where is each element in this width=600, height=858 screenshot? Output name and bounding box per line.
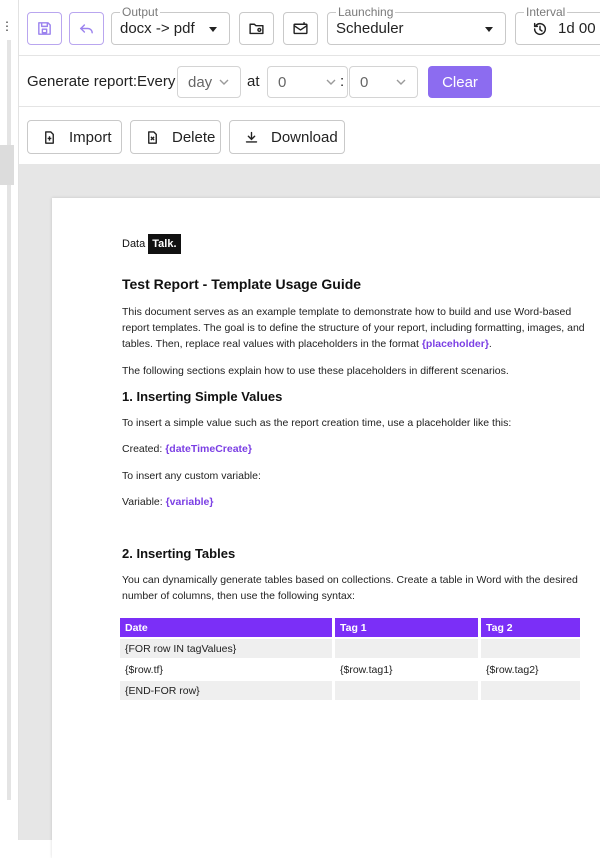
hour-value: 0 <box>278 74 287 91</box>
main-toolbar: Output docx -> pdf Launching Scheduler I… <box>19 0 600 56</box>
at-label: at <box>247 73 260 90</box>
launching-value: Scheduler <box>336 20 404 37</box>
chevron-down-icon <box>396 79 406 85</box>
table-row: {FOR row IN tagValues} <box>120 639 580 658</box>
generate-report-label: Generate report: <box>27 73 138 90</box>
left-gutter: ⋮ <box>0 0 19 840</box>
created-placeholder: {dateTimeCreate} <box>165 443 252 455</box>
table-cell: {$row.tag2} <box>486 663 539 676</box>
table-row: {$row.tf} {$row.tag1} {$row.tag2} <box>120 660 580 679</box>
every-label: Every <box>137 73 176 90</box>
time-separator: : <box>340 73 345 90</box>
section-1-heading: 1. Inserting Simple Values <box>122 389 283 404</box>
intro-paragraph: This document serves as an example templ… <box>122 304 587 352</box>
placeholder-token: {placeholder} <box>421 338 489 350</box>
table-cell <box>335 639 478 658</box>
section-2-heading: 2. Inserting Tables <box>122 546 236 561</box>
template-table: Date Tag 1 Tag 2 {FOR row IN tagValues} … <box>117 616 583 702</box>
side-panel-highlight <box>0 145 14 185</box>
created-line: Created: {dateTimeCreate} <box>122 441 587 457</box>
chevron-down-icon <box>219 79 229 85</box>
schedule-mail-button[interactable] <box>283 12 318 45</box>
save-button[interactable] <box>27 12 62 45</box>
delete-label: Delete <box>172 128 216 146</box>
following-paragraph: The following sections explain how to us… <box>122 365 509 377</box>
download-button[interactable]: Download <box>229 120 345 154</box>
chevron-down-icon <box>485 27 493 32</box>
chevron-down-icon <box>209 27 217 32</box>
intro-end: . <box>488 338 492 350</box>
section-2-text: You can dynamically generate tables base… <box>122 574 578 602</box>
table-cell <box>481 681 580 700</box>
table-header: Tag 2 <box>481 618 580 637</box>
variable-label: Variable: <box>122 496 166 508</box>
interval-field[interactable]: Interval 1d 00 : <box>515 5 600 45</box>
output-value: docx -> pdf <box>120 20 195 37</box>
logo-text: Data <box>122 238 146 250</box>
section-2-heading-block: 2. Inserting Tables <box>122 546 587 562</box>
table-header: Tag 1 <box>335 618 478 637</box>
download-label: Download <box>271 128 338 146</box>
created-label: Created: <box>122 443 166 455</box>
document-title-block: Test Report - Template Usage Guide <box>122 276 587 292</box>
open-folder-button[interactable] <box>239 12 274 45</box>
table-row: {END-FOR row} <box>120 681 580 700</box>
period-select[interactable]: day <box>177 66 241 98</box>
hour-select[interactable]: 0 <box>267 66 348 98</box>
import-label: Import <box>69 128 112 146</box>
chevron-down-icon <box>326 79 336 85</box>
file-import-icon <box>45 130 54 144</box>
delete-file-icon <box>148 130 157 144</box>
schedule-bar: Generate report: Every day at 0 : 0 Clea… <box>19 57 600 107</box>
folder-settings-icon <box>249 23 264 35</box>
delete-button[interactable]: Delete <box>130 120 221 154</box>
table-cell: {$row.tag1} <box>340 663 393 676</box>
datatalk-logo: Data Talk. <box>122 234 181 254</box>
document-title: Test Report - Template Usage Guide <box>122 276 362 292</box>
actions-bar: Import Delete Download <box>19 108 600 164</box>
variable-line: Variable: {variable} <box>122 494 587 510</box>
interval-legend: Interval <box>524 5 568 19</box>
logo-badge: Talk. <box>148 234 181 254</box>
custom-variable-text: To insert any custom variable: <box>122 470 261 482</box>
download-icon <box>245 131 258 143</box>
table-cell <box>335 681 478 700</box>
launching-select[interactable]: Launching Scheduler <box>327 5 506 45</box>
minute-value: 0 <box>360 74 369 91</box>
launching-legend: Launching <box>336 5 396 19</box>
minute-select[interactable]: 0 <box>349 66 418 98</box>
table-cell: {FOR row IN tagValues} <box>120 639 332 658</box>
undo-button[interactable] <box>69 12 104 45</box>
import-button[interactable]: Import <box>27 120 122 154</box>
table-header: Date <box>120 618 332 637</box>
intro-text: This document serves as an example templ… <box>122 306 585 350</box>
table-cell <box>481 639 580 658</box>
history-icon <box>533 22 547 36</box>
table-cell: {END-FOR row} <box>120 681 332 700</box>
table-cell: {$row.tf} <box>125 663 163 676</box>
more-icon[interactable]: ⋮ <box>1 20 13 32</box>
section-1-text: To insert a simple value such as the rep… <box>122 417 512 429</box>
document-viewer[interactable]: Data Talk. Test Report - Template Usage … <box>19 164 600 858</box>
document-page: Data Talk. Test Report - Template Usage … <box>52 198 600 858</box>
variable-placeholder: {variable} <box>165 496 214 508</box>
section-1-heading-block: 1. Inserting Simple Values <box>122 389 587 405</box>
output-select[interactable]: Output docx -> pdf <box>111 5 230 45</box>
clear-button[interactable]: Clear <box>428 66 492 98</box>
save-icon <box>38 22 51 35</box>
mail-schedule-icon <box>293 22 308 35</box>
interval-value: 1d 00 : <box>558 20 600 37</box>
undo-icon <box>79 24 93 34</box>
table-header-row: Date Tag 1 Tag 2 <box>120 618 580 637</box>
output-legend: Output <box>120 5 161 19</box>
period-value: day <box>188 74 213 91</box>
